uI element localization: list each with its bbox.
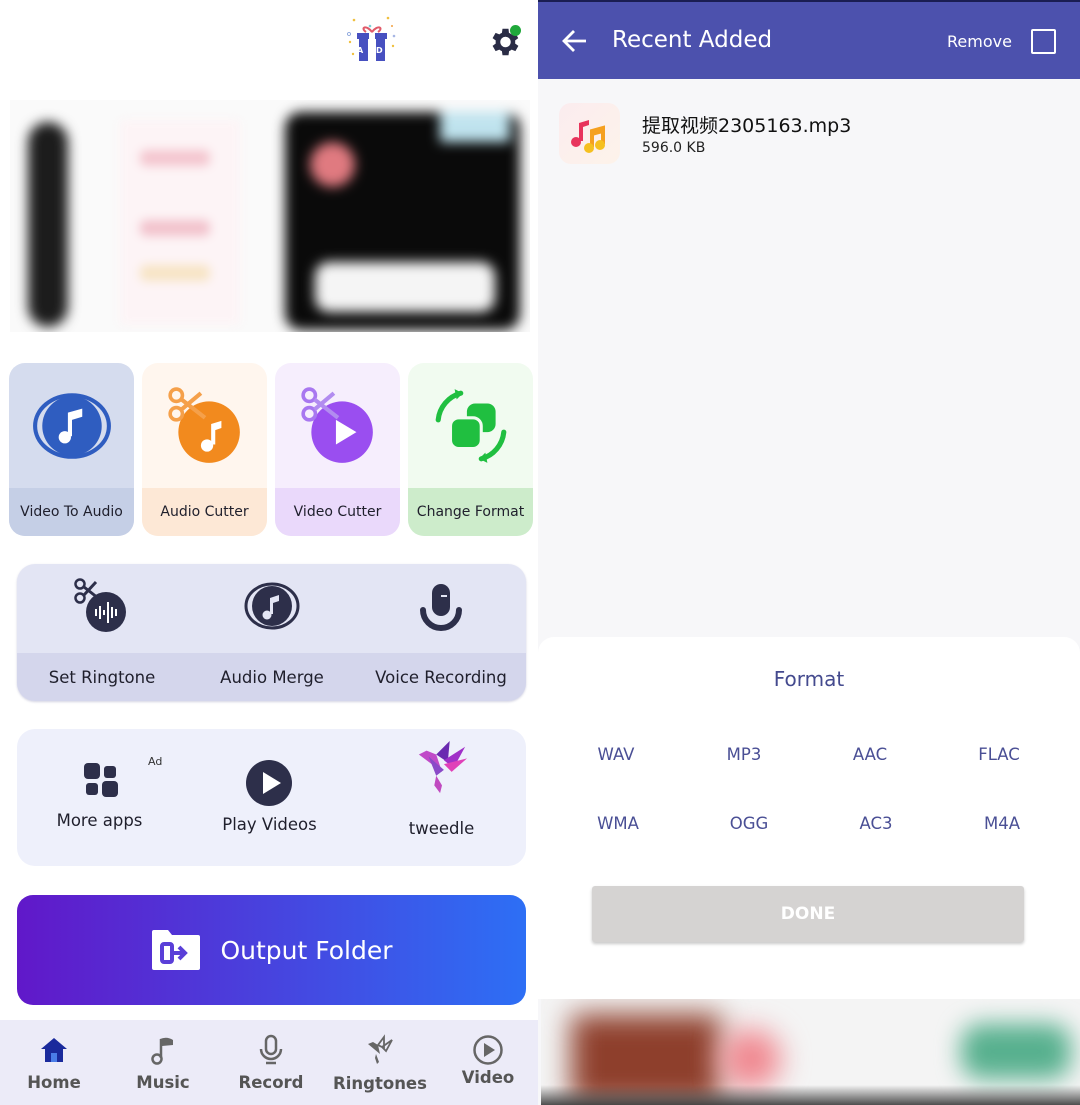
ad-badge: Ad — [148, 755, 163, 768]
file-name: 提取视频2305163.mp3 — [642, 115, 852, 137]
output-folder-button[interactable]: Output Folder — [17, 895, 526, 1005]
done-button[interactable]: DONE — [592, 886, 1024, 942]
nav-video[interactable]: Video — [438, 1020, 538, 1105]
change-format-icon — [430, 385, 512, 467]
play-circle-icon — [473, 1035, 503, 1065]
video-to-audio-icon — [31, 385, 113, 467]
tool-label: Audio Merge — [220, 668, 324, 687]
nav-label: Video — [461, 1068, 515, 1087]
tool-audio-merge[interactable]: Audio Merge — [187, 564, 357, 701]
ringtone-cut-icon — [72, 576, 132, 636]
bottom-nav: Home Music Record Ringtones Video — [0, 1020, 538, 1105]
secondary-tools: Set Ringtone Audio Merge Voice Recording — [17, 564, 526, 701]
gift-ad-icon[interactable] — [344, 12, 400, 68]
extra-label: tweedle — [408, 819, 475, 838]
tool-set-ringtone[interactable]: Set Ringtone — [17, 564, 187, 701]
tool-video-cutter[interactable]: Video Cutter — [275, 363, 400, 536]
format-option-wav[interactable]: WAV — [576, 745, 656, 764]
nav-label: Home — [27, 1073, 81, 1092]
format-option-m4a[interactable]: M4A — [962, 814, 1042, 833]
nav-ringtones[interactable]: Ringtones — [330, 1020, 430, 1105]
ad-banner[interactable] — [541, 999, 1080, 1105]
tool-label: Set Ringtone — [48, 668, 156, 687]
play-circle-icon — [246, 760, 292, 806]
more-apps-button[interactable]: Ad More apps — [17, 729, 182, 866]
extras-panel: Ad More apps Play Videos tweedle — [17, 729, 526, 866]
nav-home[interactable]: Home — [4, 1020, 104, 1105]
music-file-icon — [559, 103, 620, 164]
primary-tools: Video To Audio Audio Cutter Video Cutter… — [9, 363, 533, 536]
tool-label: Change Format — [408, 488, 533, 536]
extra-label: More apps — [56, 811, 143, 830]
file-list-item[interactable]: 提取视频2305163.mp3 596.0 KB — [538, 95, 1080, 175]
format-option-aac[interactable]: AAC — [830, 745, 910, 764]
app-bar: Recent Added Remove — [538, 0, 1080, 79]
format-bottom-sheet: Format WAV MP3 AAC FLAC WMA OGG AC3 M4A … — [538, 637, 1080, 999]
apps-grid-icon — [84, 763, 118, 797]
nav-record[interactable]: Record — [221, 1020, 321, 1105]
format-option-mp3[interactable]: MP3 — [704, 745, 784, 764]
tool-label: Video To Audio — [9, 488, 134, 536]
notification-dot — [510, 25, 521, 36]
play-videos-button[interactable]: Play Videos — [182, 729, 357, 866]
tool-audio-cutter[interactable]: Audio Cutter — [142, 363, 267, 536]
tweedle-bird-icon — [418, 741, 468, 794]
nav-label: Music — [136, 1073, 190, 1092]
nav-music[interactable]: Music — [113, 1020, 213, 1105]
format-title: Format — [773, 667, 845, 691]
gift-ad-letters: A D — [357, 46, 388, 55]
nav-label: Record — [238, 1073, 304, 1092]
arrow-left-icon — [562, 30, 586, 52]
file-size: 596.0 KB — [642, 140, 706, 156]
recent-added-screen: Recent Added Remove 提取视频2305163.mp3 596.… — [538, 0, 1080, 1105]
output-folder-label: Output Folder — [220, 935, 393, 965]
page-title: Recent Added — [612, 27, 773, 53]
select-all-checkbox[interactable] — [1031, 29, 1056, 54]
audio-merge-icon — [242, 576, 302, 636]
home-screen: A D Video To Audio Audio Cutter Video Cu… — [0, 0, 538, 1105]
video-cutter-icon — [297, 385, 379, 467]
home-icon — [41, 1038, 67, 1062]
folder-export-icon — [152, 930, 201, 970]
tool-label: Voice Recording — [375, 668, 507, 687]
format-option-wma[interactable]: WMA — [578, 814, 658, 833]
extra-label: Play Videos — [222, 815, 317, 834]
tool-video-to-audio[interactable]: Video To Audio — [9, 363, 134, 536]
tool-label: Video Cutter — [275, 488, 400, 536]
promo-banner[interactable] — [10, 100, 530, 332]
audio-cutter-icon — [164, 385, 246, 467]
bird-icon — [368, 1034, 393, 1064]
settings-button[interactable] — [486, 24, 522, 60]
music-note-icon — [151, 1037, 173, 1065]
tool-label: Audio Cutter — [142, 488, 267, 536]
tweedle-button[interactable]: tweedle — [357, 729, 526, 866]
microphone-icon — [259, 1034, 283, 1065]
nav-label: Ringtones — [333, 1074, 427, 1093]
back-button[interactable] — [560, 26, 590, 56]
remove-button[interactable]: Remove — [947, 32, 1012, 51]
format-option-ogg[interactable]: OGG — [709, 814, 789, 833]
format-option-ac3[interactable]: AC3 — [836, 814, 916, 833]
tool-change-format[interactable]: Change Format — [408, 363, 533, 536]
microphone-icon — [411, 576, 471, 636]
tool-voice-recording[interactable]: Voice Recording — [356, 564, 526, 701]
format-option-flac[interactable]: FLAC — [959, 745, 1039, 764]
